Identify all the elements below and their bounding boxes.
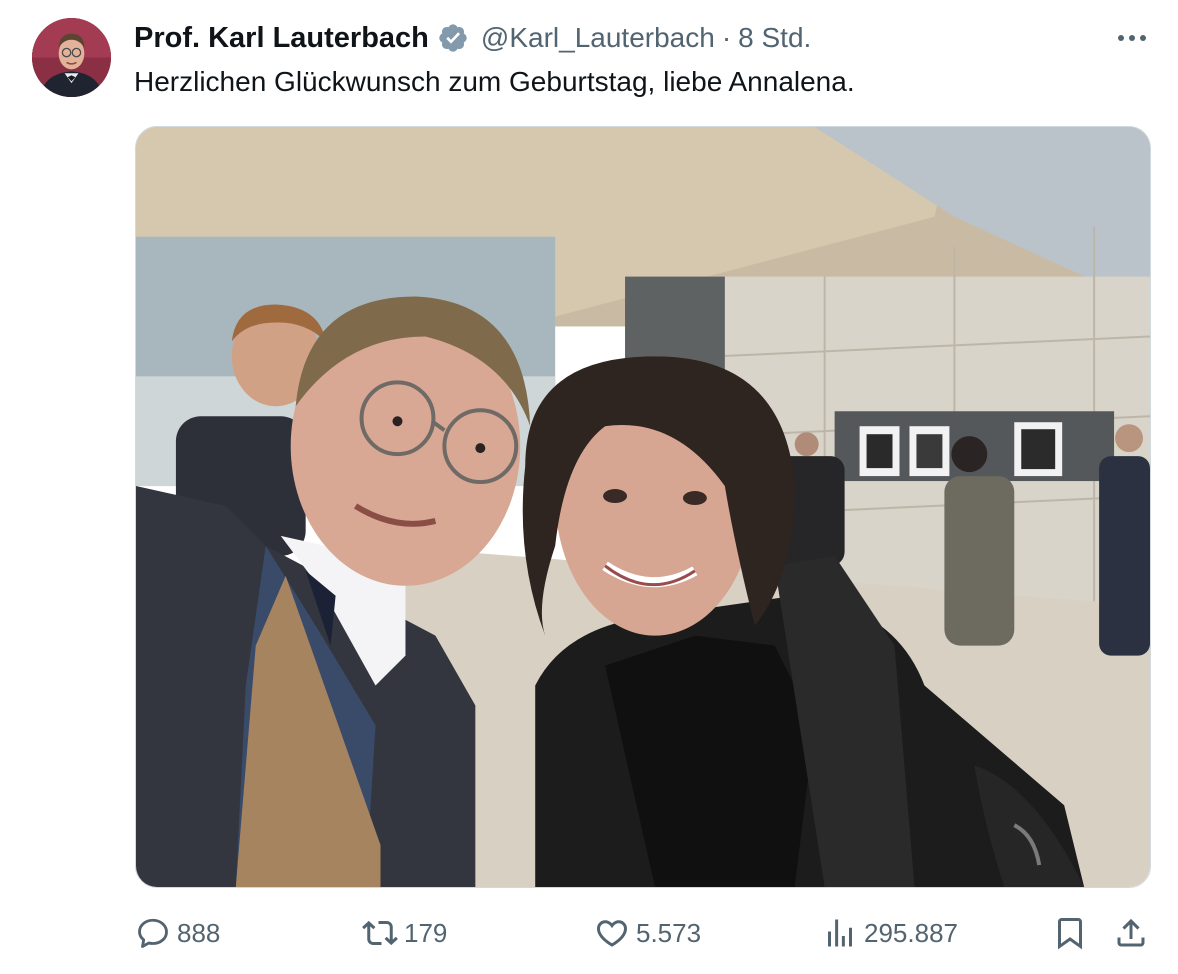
tweet-timestamp[interactable]: 8 Std.: [738, 22, 811, 54]
photo-image: [136, 127, 1150, 887]
share-icon: [1117, 918, 1145, 947]
views-bar-chart-icon: [828, 919, 852, 947]
retweet-count: 179: [404, 917, 448, 948]
like-button[interactable]: 5.573: [594, 906, 701, 960]
retweet-button[interactable]: 179: [362, 906, 447, 960]
bookmark-button[interactable]: [1052, 906, 1088, 960]
author-name[interactable]: Prof. Karl Lauterbach: [134, 22, 429, 55]
verified-badge-icon[interactable]: [437, 22, 469, 54]
more-dots-icon[interactable]: [1112, 22, 1152, 54]
tweet-header: Prof. Karl Lauterbach @Karl_Lauterbach ·…: [134, 20, 811, 56]
header-separator: ·: [721, 22, 732, 53]
tweet-text: Herzlichen Glückwunsch zum Geburtstag, l…: [134, 66, 855, 97]
tweet-actions: 888 179 5.573 295.887: [0, 906, 1178, 960]
like-count: 5.573: [636, 917, 702, 948]
tweet-card: Prof. Karl Lauterbach @Karl_Lauterbach ·…: [0, 0, 1178, 974]
views-count: 295.887: [864, 917, 958, 948]
heart-icon: [596, 920, 628, 947]
avatar-image: [32, 18, 111, 97]
author-avatar[interactable]: [32, 18, 111, 97]
share-button[interactable]: [1113, 906, 1149, 960]
author-handle[interactable]: @Karl_Lauterbach: [481, 22, 715, 54]
bookmark-icon: [1058, 918, 1082, 950]
views-button[interactable]: 295.887: [822, 906, 958, 960]
reply-button[interactable]: 888: [135, 906, 220, 960]
reply-count: 888: [177, 917, 221, 948]
reply-icon: [138, 918, 168, 948]
retweet-icon: [362, 920, 398, 946]
tweet-photo[interactable]: [135, 126, 1151, 888]
